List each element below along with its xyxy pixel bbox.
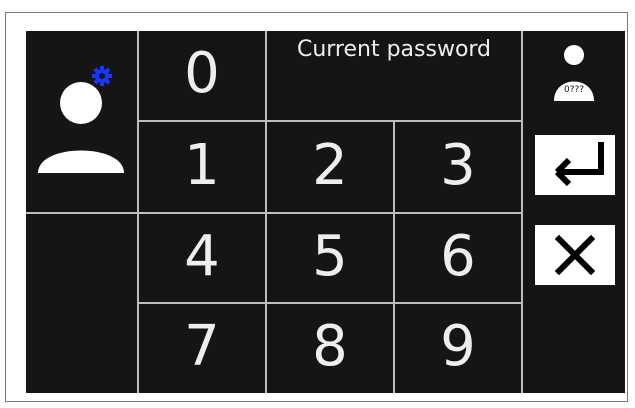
key-3-label: 3 xyxy=(440,133,476,198)
key-0[interactable]: 0 xyxy=(139,31,265,120)
user-settings-area[interactable] xyxy=(26,31,137,212)
key-7-label: 7 xyxy=(184,314,220,379)
user-icon-badge-text: 0??? xyxy=(564,85,584,95)
key-0-label: 0 xyxy=(184,41,220,106)
password-user-icon-area: 0??? xyxy=(523,31,625,120)
enter-icon xyxy=(554,142,604,187)
cancel-button[interactable] xyxy=(535,225,615,285)
key-1-label: 1 xyxy=(184,133,220,198)
gear-icon xyxy=(92,66,112,86)
key-7[interactable]: 7 xyxy=(139,304,265,393)
key-4[interactable]: 4 xyxy=(139,214,265,302)
key-5-label: 5 xyxy=(312,224,348,289)
key-8[interactable]: 8 xyxy=(267,304,393,393)
key-9[interactable]: 9 xyxy=(395,304,521,393)
user-settings-icon xyxy=(38,66,124,173)
key-1[interactable]: 1 xyxy=(139,122,265,212)
key-4-label: 4 xyxy=(184,224,220,289)
key-2-label: 2 xyxy=(312,133,348,198)
key-6-label: 6 xyxy=(440,224,476,289)
key-8-label: 8 xyxy=(312,314,348,379)
current-password-display: Current password xyxy=(267,31,521,120)
enter-button[interactable] xyxy=(535,135,615,195)
password-panel: Current password 0 1 2 3 4 5 6 7 8 9 0??… xyxy=(26,31,625,393)
close-icon xyxy=(554,234,596,276)
key-6[interactable]: 6 xyxy=(395,214,521,302)
user-password-icon: 0??? xyxy=(554,45,594,101)
current-password-label: Current password xyxy=(296,37,492,62)
key-3[interactable]: 3 xyxy=(395,122,521,212)
key-9-label: 9 xyxy=(440,314,476,379)
key-2[interactable]: 2 xyxy=(267,122,393,212)
key-5[interactable]: 5 xyxy=(267,214,393,302)
